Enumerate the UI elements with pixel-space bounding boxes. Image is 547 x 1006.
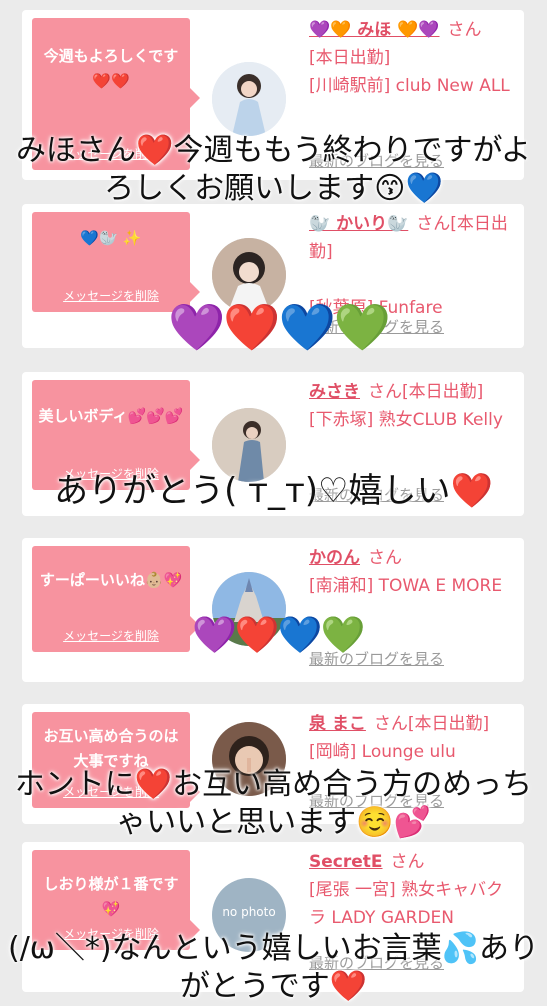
message-bubble: すーぱーいいね👶🏼💖 メッセージを削除 bbox=[32, 546, 200, 652]
girl-name-link[interactable]: かのん bbox=[309, 548, 360, 568]
delete-message-link[interactable]: メッセージを削除 bbox=[32, 627, 190, 644]
green-heart-icon: 💚 bbox=[320, 615, 365, 656]
shop-name: [川崎駅前] club New ALL bbox=[309, 76, 510, 96]
girl-name-link[interactable]: SecretE bbox=[309, 852, 383, 872]
honorific: さん bbox=[447, 20, 482, 40]
girl-info: みさき さん[本日出勤] [下赤塚] 熟女CLUB Kelly bbox=[309, 378, 518, 434]
blue-heart-icon: 💙 bbox=[278, 300, 336, 354]
work-status: [本日出勤] bbox=[309, 48, 391, 68]
overlay-caption: ホントに❤️お互い高め合う方のめっちゃいいと思います☺️💕 bbox=[14, 767, 533, 840]
overlay-caption: ありがとう( ᴛ_ᴛ)♡嬉しい❤️ bbox=[54, 471, 493, 511]
honorific: さん bbox=[368, 548, 402, 568]
overlay-caption: (/ω＼*)なんという嬉しいお言葉💦ありがとうです❤️ bbox=[8, 931, 539, 1004]
girl-info: 💜🧡 みほ 🧡💜 さん [本日出勤] [川崎駅前] club New ALL bbox=[309, 16, 518, 100]
avatar[interactable] bbox=[212, 62, 286, 136]
blue-heart-icon: 💙 bbox=[277, 615, 323, 656]
hearts-sticker: 💜❤️💙💚 bbox=[192, 615, 365, 656]
green-heart-icon: 💚 bbox=[333, 300, 391, 354]
message-text: しおり様が１番です💖 bbox=[43, 875, 179, 918]
purple-heart-icon: 💜 bbox=[168, 300, 225, 354]
message-text: すーぱーいいね👶🏼💖 bbox=[39, 571, 183, 589]
girl-name-link[interactable]: みさき bbox=[309, 382, 360, 402]
shop-name: [南浦和] TOWA E MORE bbox=[309, 576, 503, 596]
message-bubble: 💙🦭 ✨ メッセージを削除 bbox=[32, 212, 200, 312]
avatar-photo bbox=[212, 62, 286, 136]
red-heart-icon: ❤️ bbox=[223, 300, 280, 354]
message-text: 💙🦭 ✨ bbox=[80, 229, 142, 247]
message-card: すーぱーいいね👶🏼💖 メッセージを削除 かのん さん [南浦和] TOWA E M… bbox=[22, 538, 524, 682]
honorific: さん[本日出勤] bbox=[373, 714, 490, 734]
hearts-sticker: 💜❤️💙💚 bbox=[168, 300, 391, 354]
honorific: さん bbox=[390, 852, 425, 872]
delete-message-link[interactable]: メッセージを削除 bbox=[32, 287, 190, 304]
red-heart-icon: ❤️ bbox=[234, 615, 280, 656]
purple-heart-icon: 💜 bbox=[192, 615, 237, 656]
girl-name-link[interactable]: 泉 まこ bbox=[309, 714, 366, 734]
girl-info: かのん さん [南浦和] TOWA E MORE bbox=[309, 544, 518, 600]
girl-info: SecretE さん [尾張 一宮] 熟女キャバクラ LADY GARDEN bbox=[309, 848, 518, 932]
no-photo-label: no photo bbox=[222, 905, 276, 919]
overlay-caption: みほさん❤️今週ももう終わりですがよろしくお願いします😙💙 bbox=[16, 133, 531, 206]
shop-name: [下赤塚] 熟女CLUB Kelly bbox=[309, 410, 503, 430]
message-text: 今週もよろしくです❤️❤️ bbox=[43, 47, 179, 90]
girl-name-link[interactable]: 💜🧡 みほ 🧡💜 bbox=[309, 20, 440, 40]
girl-info: 泉 まこ さん[本日出勤] [岡崎] Lounge ulu bbox=[309, 710, 518, 766]
girl-name-link[interactable]: 🦭 かいり🦭 bbox=[309, 214, 408, 234]
message-text: 美しいボディ💕💕💕 bbox=[38, 407, 184, 425]
shop-name: [岡崎] Lounge ulu bbox=[309, 742, 456, 762]
shop-name: [尾張 一宮] 熟女キャバクラ LADY GARDEN bbox=[309, 880, 504, 928]
honorific: さん[本日出勤] bbox=[368, 382, 484, 402]
